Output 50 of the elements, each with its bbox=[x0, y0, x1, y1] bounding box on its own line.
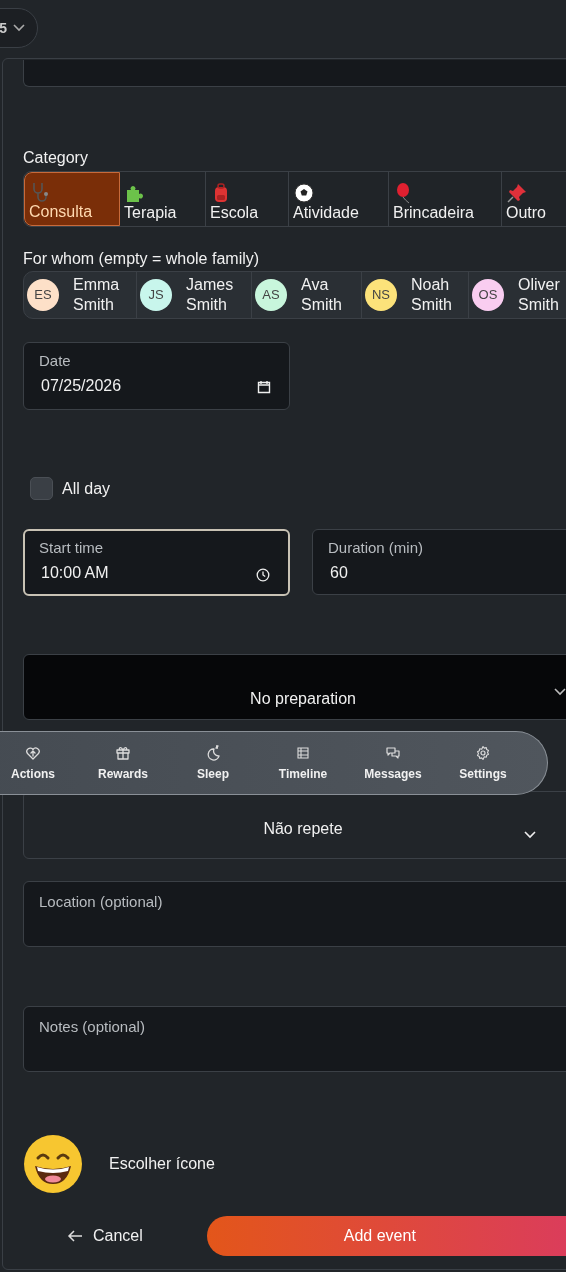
nav-item[interactable]: Messages bbox=[348, 745, 438, 781]
field-label: Category bbox=[23, 149, 89, 167]
avatar: NS bbox=[365, 279, 397, 311]
person-chip[interactable]: JS James Smith bbox=[137, 272, 252, 318]
nav-item[interactable]: Settings bbox=[438, 745, 528, 781]
person-chip[interactable]: NS Noah Smith bbox=[362, 272, 469, 318]
nav-item[interactable]: Timeline bbox=[258, 745, 348, 781]
dropdown-pill[interactable]: 5 bbox=[0, 8, 38, 48]
cancel-button[interactable]: Cancel bbox=[67, 1227, 143, 1245]
preparation-select[interactable]: No preparation bbox=[23, 654, 566, 720]
nav-item[interactable]: Actions bbox=[0, 745, 78, 781]
nav-item[interactable]: Rewards bbox=[78, 745, 168, 781]
number-field[interactable]: Duration (min) 60 bbox=[312, 529, 566, 595]
person-chip[interactable]: OS Oliver Smith bbox=[469, 272, 566, 318]
notes-field[interactable]: Notes (optional) bbox=[23, 1006, 566, 1072]
person-chip[interactable]: ES Emma Smith bbox=[24, 272, 137, 318]
field-label: Duration (min) bbox=[328, 539, 425, 556]
category-option[interactable]: Consulta bbox=[24, 172, 120, 226]
avatar: ES bbox=[27, 279, 59, 311]
person-name: Oliver Smith bbox=[518, 275, 560, 315]
icon-picker-label[interactable]: Escolher ícone bbox=[109, 1155, 215, 1173]
person-name: Emma Smith bbox=[73, 275, 120, 315]
time-field[interactable]: Start time 10:00 AM bbox=[23, 529, 290, 596]
person-name: Ava Smith bbox=[301, 275, 342, 315]
field-value: 07/25/2026 bbox=[40, 377, 122, 395]
location-field[interactable]: Location (optional) bbox=[23, 881, 566, 947]
category-option[interactable]: Brincadeira bbox=[389, 172, 502, 226]
person-chip[interactable]: AS Ava Smith bbox=[252, 272, 362, 318]
field-value: 60 bbox=[329, 564, 348, 582]
field-label: Date bbox=[39, 352, 72, 369]
field-label: Start time bbox=[39, 539, 105, 556]
person-name: James Smith bbox=[186, 275, 234, 315]
category-option[interactable]: Outro bbox=[502, 172, 566, 226]
avatar: OS bbox=[472, 279, 504, 311]
nav-item[interactable]: Sleep bbox=[168, 745, 258, 781]
add-event-button[interactable]: Add event bbox=[206, 1216, 566, 1256]
repeat-select[interactable]: Não repete bbox=[23, 791, 566, 859]
person-name: Noah Smith bbox=[411, 275, 452, 315]
avatar: JS bbox=[140, 279, 172, 311]
placeholder: Notes (optional) bbox=[39, 1018, 146, 1035]
field-value: 10:00 AM bbox=[40, 564, 109, 582]
placeholder: Location (optional) bbox=[39, 893, 164, 910]
avatar: AS bbox=[255, 279, 287, 311]
checkbox-label: All day bbox=[62, 479, 111, 498]
pill-value: 5 bbox=[0, 20, 7, 36]
category-option[interactable]: Atividade bbox=[289, 172, 389, 226]
field-label: For whom (empty = whole family) bbox=[23, 250, 261, 268]
date-field[interactable]: Date 07/25/2026 bbox=[23, 342, 290, 410]
category-option[interactable]: Terapia bbox=[120, 172, 206, 226]
category-option[interactable]: Escola bbox=[206, 172, 289, 226]
